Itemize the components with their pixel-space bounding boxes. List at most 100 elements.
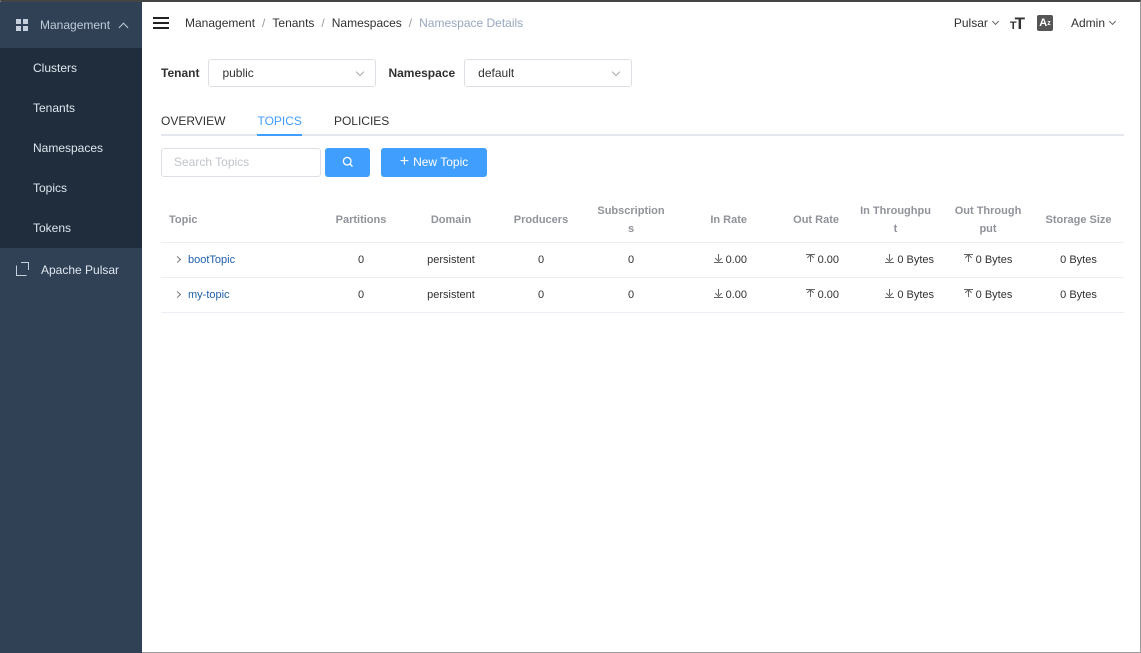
breadcrumb-separator: / [262, 16, 266, 30]
sidebar-item-clusters[interactable]: Clusters [0, 48, 142, 88]
topics-table: Topic Partitions Domain Producers Subscr… [161, 198, 1124, 313]
col-out-throughput: Out Through put [943, 198, 1033, 243]
tab-topics[interactable]: TOPICS [257, 114, 302, 136]
search-button[interactable] [325, 147, 370, 177]
plus-icon: + [399, 153, 410, 170]
upload-icon [963, 253, 974, 264]
tab-bar: OVERVIEW TOPICS POLICIES [161, 114, 1124, 136]
environment-dropdown[interactable]: Pulsar [953, 16, 999, 30]
table-header-row: Topic Partitions Domain Producers Subscr… [161, 198, 1124, 243]
breadcrumb-management[interactable]: Management [185, 16, 255, 30]
sidebar-link-label: Apache Pulsar [41, 263, 120, 277]
sidebar: Management Clusters Tenants Namespaces T… [0, 2, 142, 653]
namespace-label: Namespace [388, 66, 456, 80]
tenant-select-value: public [222, 66, 254, 80]
cell-producers: 0 [491, 277, 591, 313]
dashboard-grid-icon [16, 19, 28, 31]
language-icon[interactable]: Az [1036, 15, 1053, 31]
expand-row-icon[interactable] [173, 255, 182, 263]
cell-out-rate: 0.00 [761, 242, 851, 278]
download-icon [713, 288, 724, 299]
cell-out-rate: 0.00 [761, 277, 851, 313]
chevron-down-icon [356, 67, 365, 77]
sidebar-link-apache-pulsar[interactable]: Apache Pulsar [0, 248, 142, 292]
table-row: bootTopic 0 persistent 0 0 0.00 0.00 0 B… [161, 242, 1124, 278]
cell-subscriptions: 0 [591, 277, 671, 313]
out-throughput-value: 0 Bytes [975, 253, 1013, 266]
in-throughput-value: 0 Bytes [897, 253, 934, 266]
environment-label: Pulsar [953, 16, 988, 30]
cell-topic: bootTopic [161, 242, 311, 278]
col-partitions: Partitions [311, 198, 411, 243]
cell-in-rate: 0.00 [671, 242, 761, 278]
in-rate-value: 0.00 [725, 253, 747, 266]
user-label: Admin [1070, 16, 1105, 30]
expand-row-icon[interactable] [173, 290, 182, 298]
cell-storage-size: 0 Bytes [1033, 242, 1124, 278]
in-rate-value: 0.00 [725, 288, 747, 301]
col-in-throughput: In Throughpu t [851, 198, 943, 243]
search-icon [342, 156, 353, 167]
cell-in-rate: 0.00 [671, 277, 761, 313]
upload-icon [805, 288, 816, 299]
cell-storage-size: 0 Bytes [1033, 277, 1124, 313]
cell-partitions: 0 [311, 277, 411, 313]
namespace-select[interactable]: default [464, 59, 633, 87]
cell-domain: persistent [411, 277, 491, 313]
out-throughput-value: 0 Bytes [975, 288, 1013, 301]
breadcrumb-namespace-details: Namespace Details [419, 16, 524, 30]
cell-out-throughput: 0 Bytes [943, 277, 1033, 313]
breadcrumb-separator: / [321, 16, 325, 30]
search-topics-input[interactable] [161, 147, 321, 177]
language-icon-glyph: A [1039, 17, 1048, 29]
col-producers: Producers [491, 198, 591, 243]
cell-out-throughput: 0 Bytes [943, 242, 1033, 278]
header-right: Pulsar TT Az Admin [953, 15, 1117, 32]
breadcrumb: Management / Tenants / Namespaces / Namespace … [185, 16, 523, 30]
upload-icon [963, 288, 974, 299]
breadcrumb-tenants[interactable]: Tenants [272, 16, 314, 30]
breadcrumb-namespaces[interactable]: Namespaces [332, 16, 402, 30]
cell-topic: my-topic [161, 277, 311, 313]
tenant-select[interactable]: public [208, 59, 377, 87]
table-row: my-topic 0 persistent 0 0 0.00 0.00 0 By… [161, 277, 1124, 313]
font-size-icon[interactable]: TT [1010, 15, 1025, 32]
download-icon [885, 253, 895, 264]
col-subscriptions: Subscription s [591, 198, 671, 243]
cell-in-throughput: 0 Bytes [851, 242, 943, 278]
chevron-up-icon [118, 22, 129, 32]
sidebar-item-tenants[interactable]: Tenants [0, 88, 142, 128]
top-navbar: Management / Tenants / Namespaces / Namespace … [142, 2, 1139, 44]
chevron-down-icon [611, 67, 621, 77]
external-link-icon [16, 261, 29, 276]
sidebar-group-management[interactable]: Management [0, 2, 142, 48]
col-out-rate: Out Rate [761, 198, 851, 243]
user-dropdown[interactable]: Admin [1070, 16, 1117, 30]
col-topic: Topic [161, 198, 311, 243]
cell-partitions: 0 [311, 242, 411, 278]
breadcrumb-separator: / [408, 16, 413, 30]
sidebar-item-namespaces[interactable]: Namespaces [0, 128, 142, 168]
sidebar-item-topics[interactable]: Topics [0, 168, 142, 208]
tab-policies[interactable]: POLICIES [334, 114, 389, 136]
new-topic-button[interactable]: + New Topic [381, 147, 487, 177]
main-content: Tenant public Namespace default OVERVIEW… [161, 44, 1124, 313]
chevron-down-icon [991, 17, 999, 26]
tenant-label: Tenant [161, 66, 200, 80]
tab-overview[interactable]: OVERVIEW [161, 114, 225, 136]
topic-link[interactable]: my-topic [188, 289, 230, 301]
col-in-rate: In Rate [671, 198, 761, 243]
out-rate-value: 0.00 [817, 253, 839, 266]
upload-icon [805, 253, 816, 264]
out-rate-value: 0.00 [817, 288, 839, 301]
cell-domain: persistent [411, 242, 491, 278]
download-icon [885, 288, 895, 299]
topic-link[interactable]: bootTopic [188, 254, 235, 266]
in-throughput-value: 0 Bytes [897, 288, 934, 301]
download-icon [713, 253, 724, 264]
chevron-down-icon [1108, 17, 1117, 26]
cell-subscriptions: 0 [591, 242, 671, 278]
hamburger-menu-icon[interactable] [153, 17, 169, 29]
new-topic-label: New Topic [413, 155, 469, 169]
sidebar-item-tokens[interactable]: Tokens [0, 208, 142, 248]
